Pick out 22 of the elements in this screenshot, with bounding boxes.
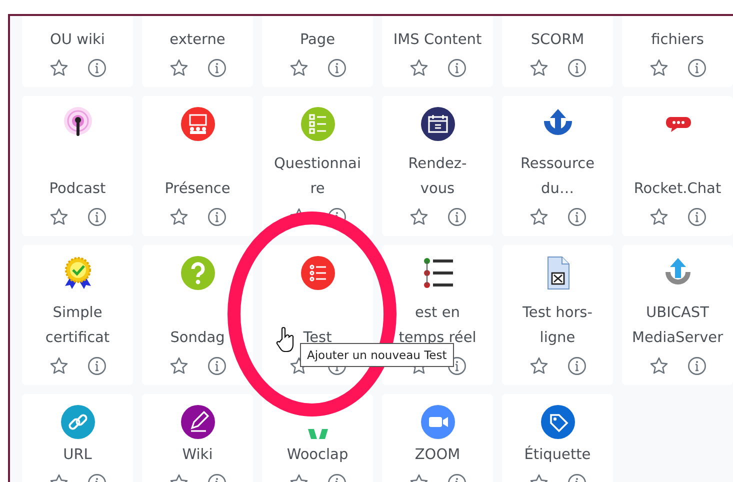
activity-name: IMS Content (393, 31, 482, 50)
activity-name: Rendez- vous (408, 155, 467, 199)
activity-name: Étiquette (524, 444, 591, 465)
activity-name: Rocket.Chat (634, 180, 722, 199)
activity-name: fichiers (651, 31, 704, 50)
activity-name: Wooclap (286, 446, 348, 465)
activity-name: Wiki (182, 446, 213, 465)
activity-name: Sondag (170, 329, 225, 348)
activity-name: OU wiki (50, 31, 105, 50)
activity-name: UBICAST MediaServer (632, 304, 724, 348)
activity-name: SCORM (530, 31, 584, 50)
tooltip: Ajouter un nouveau Test (300, 343, 454, 367)
activity-name: Podcast (49, 180, 106, 199)
activity-name: Questionnai re (274, 155, 361, 199)
activity-name: Test hors- ligne (522, 304, 592, 348)
activity-name: Présence (164, 180, 230, 199)
activity-name: URL (63, 446, 92, 465)
activity-name: Ressource du… (520, 155, 595, 199)
activity-name: Page (300, 31, 336, 50)
activity-name: externe (170, 31, 226, 50)
activity-name: Simple certificat (45, 304, 110, 348)
activity-name: ZOOM (414, 446, 460, 465)
